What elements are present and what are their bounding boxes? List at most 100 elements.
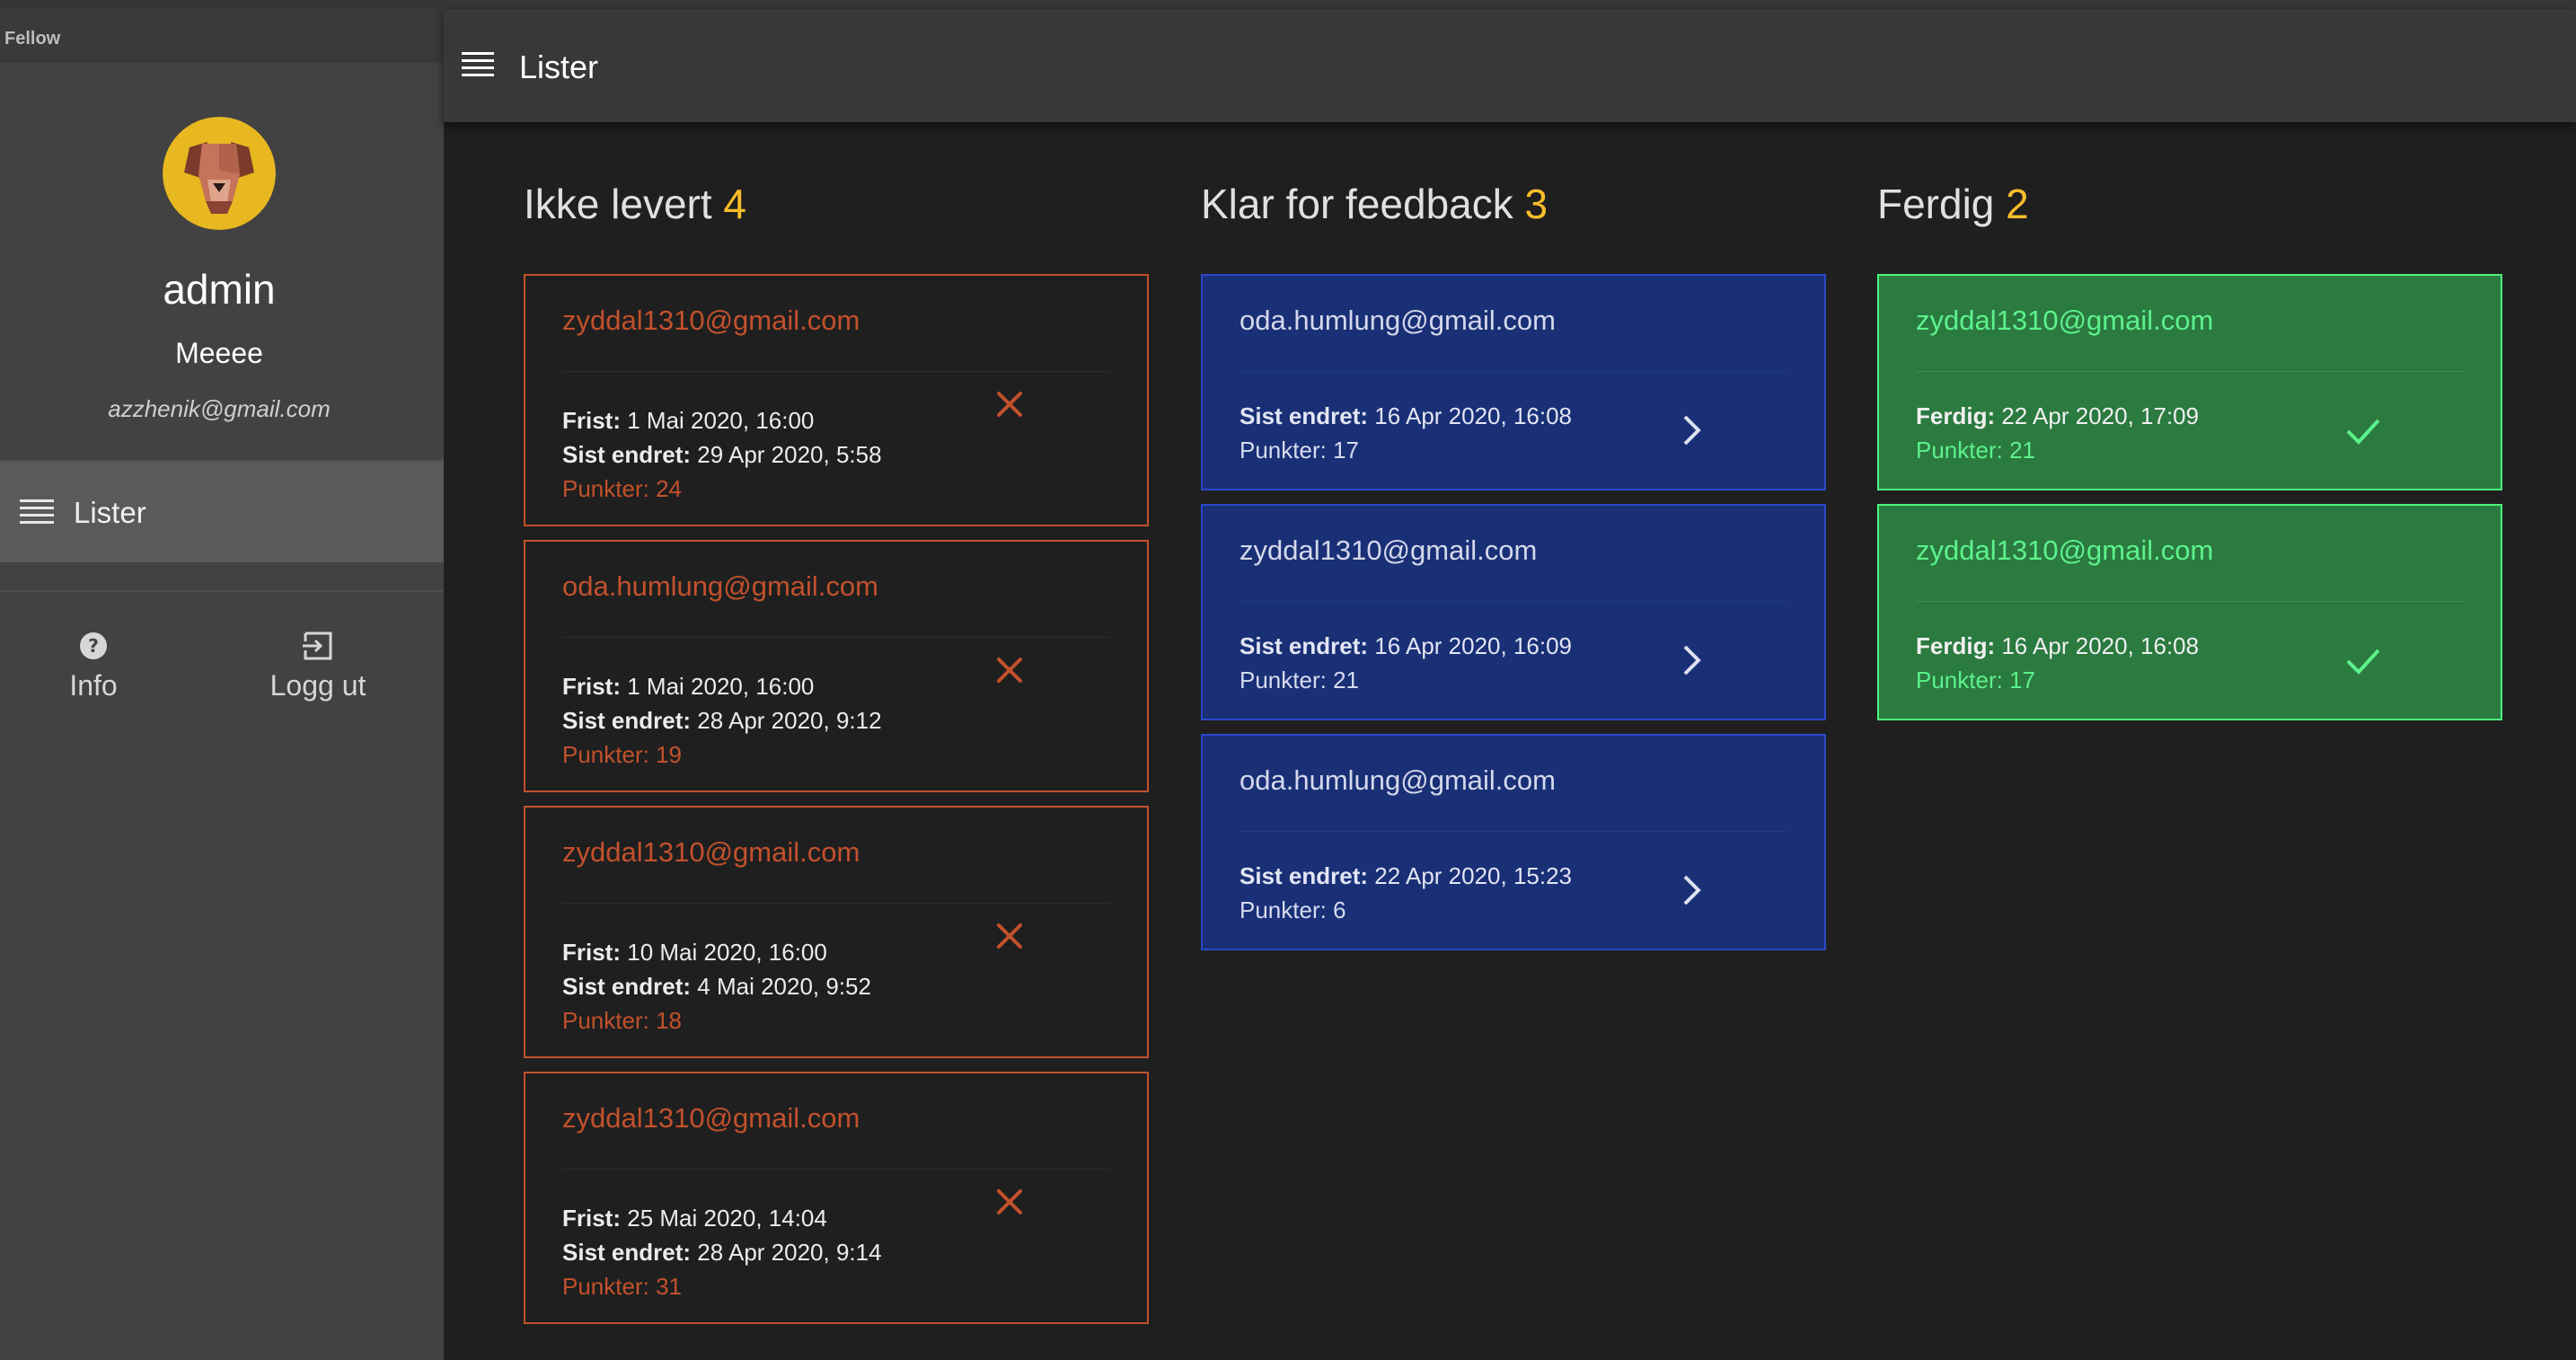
card-divider <box>562 1169 1110 1170</box>
punkter-value: 17 <box>1333 437 1359 464</box>
sist-endret-value: 29 Apr 2020, 5:58 <box>697 441 882 468</box>
punkter-label: Punkter: <box>562 1007 649 1034</box>
card-email: zyddal1310@gmail.com <box>562 305 860 336</box>
card-divider <box>1239 601 1787 602</box>
sist-endret-label: Sist endret: <box>562 441 692 468</box>
submission-card[interactable]: zyddal1310@gmail.com Sist endret: 16 Apr… <box>1201 504 1826 720</box>
ferdig-label: Ferdig: <box>1916 632 1996 659</box>
card-email: zyddal1310@gmail.com <box>1239 534 1538 566</box>
sist-endret-value: 28 Apr 2020, 9:14 <box>697 1239 882 1266</box>
card-details: Frist: 1 Mai 2020, 16:00 Sist endret: 29… <box>562 403 882 506</box>
card-details: Sist endret: 22 Apr 2020, 15:23 Punkter:… <box>1239 859 1572 927</box>
frist-label: Frist: <box>562 673 621 700</box>
chevron-right-icon <box>1667 406 1716 455</box>
card-email: oda.humlung@gmail.com <box>1239 764 1556 796</box>
punkter-value: 17 <box>2009 667 2035 693</box>
chevron-right-icon <box>1667 866 1716 914</box>
card-divider <box>562 637 1110 638</box>
close-icon <box>985 380 1034 428</box>
punkter-label: Punkter: <box>1239 437 1327 464</box>
svg-text:?: ? <box>88 635 99 657</box>
card-details: Ferdig: 16 Apr 2020, 16:08 Punkter: 17 <box>1916 629 2199 697</box>
card-list: oda.humlung@gmail.com Sist endret: 16 Ap… <box>1201 274 1826 964</box>
column-count: 4 <box>723 181 747 227</box>
card-list: zyddal1310@gmail.com Ferdig: 22 Apr 2020… <box>1877 274 2502 734</box>
list-icon <box>20 498 54 526</box>
punkter-label: Punkter: <box>562 1273 649 1300</box>
column-count: 3 <box>1524 181 1548 227</box>
logout-button[interactable]: Logg ut <box>246 622 390 711</box>
logout-icon <box>303 631 333 661</box>
card-divider <box>1916 371 2464 372</box>
card-details: Frist: 1 Mai 2020, 16:00 Sist endret: 28… <box>562 669 882 772</box>
card-email: zyddal1310@gmail.com <box>562 836 860 868</box>
submission-card[interactable]: oda.humlung@gmail.com Sist endret: 22 Ap… <box>1201 734 1826 950</box>
punkter-value: 24 <box>656 475 682 502</box>
sidebar: Fellow admin Meeee azzhenik@gmail.com Li… <box>0 9 444 1360</box>
card-email: zyddal1310@gmail.com <box>1916 305 2214 336</box>
submission-card[interactable]: zyddal1310@gmail.com Frist: 1 Mai 2020, … <box>524 274 1149 526</box>
punkter-value: 21 <box>2009 437 2035 464</box>
card-divider <box>562 903 1110 904</box>
punkter-label: Punkter: <box>1916 437 2003 464</box>
sist-endret-label: Sist endret: <box>1239 632 1369 659</box>
card-details: Frist: 25 Mai 2020, 14:04 Sist endret: 2… <box>562 1201 882 1303</box>
sist-endret-value: 16 Apr 2020, 16:08 <box>1374 402 1573 429</box>
frist-value: 10 Mai 2020, 16:00 <box>627 939 827 966</box>
punkter-label: Punkter: <box>1916 667 2003 693</box>
column-ferdig: Ferdig 2 zyddal1310@gmail.com Ferdig: 22… <box>1877 180 2502 720</box>
submission-card[interactable]: zyddal1310@gmail.com Ferdig: 16 Apr 2020… <box>1877 504 2502 720</box>
card-details: Sist endret: 16 Apr 2020, 16:08 Punkter:… <box>1239 399 1572 467</box>
punkter-value: 6 <box>1333 896 1346 923</box>
submission-card[interactable]: zyddal1310@gmail.com Frist: 10 Mai 2020,… <box>524 806 1149 1058</box>
frist-label: Frist: <box>562 939 621 966</box>
help-circle-icon: ? <box>78 631 109 661</box>
close-icon <box>985 912 1034 960</box>
frist-value: 1 Mai 2020, 16:00 <box>627 407 815 434</box>
sidebar-divider <box>0 590 444 592</box>
sidebar-item-label: Lister <box>74 496 146 529</box>
sist-endret-label: Sist endret: <box>562 973 692 1000</box>
close-icon <box>985 1178 1034 1226</box>
punkter-label: Punkter: <box>562 741 649 768</box>
dog-avatar-icon <box>163 117 276 230</box>
column-header: Ferdig 2 <box>1877 180 2502 235</box>
frist-label: Frist: <box>562 407 621 434</box>
app-bar: Lister <box>444 9 2576 122</box>
column-title: Klar for feedback <box>1201 181 1513 227</box>
punkter-value: 18 <box>656 1007 682 1034</box>
card-email: zyddal1310@gmail.com <box>1916 534 2214 566</box>
card-divider <box>562 371 1110 372</box>
submission-card[interactable]: zyddal1310@gmail.com Frist: 25 Mai 2020,… <box>524 1072 1149 1324</box>
sist-endret-value: 16 Apr 2020, 16:09 <box>1374 632 1573 659</box>
card-details: Ferdig: 22 Apr 2020, 17:09 Punkter: 21 <box>1916 399 2199 467</box>
page-title: Lister <box>519 49 599 85</box>
submission-card[interactable]: oda.humlung@gmail.com Frist: 1 Mai 2020,… <box>524 540 1149 792</box>
card-details: Sist endret: 16 Apr 2020, 16:09 Punkter:… <box>1239 629 1572 697</box>
sist-endret-label: Sist endret: <box>562 1239 692 1266</box>
sist-endret-label: Sist endret: <box>1239 402 1369 429</box>
sist-endret-label: Sist endret: <box>1239 862 1369 889</box>
ferdig-value: 16 Apr 2020, 16:08 <box>2001 632 2200 659</box>
sidebar-item-lister[interactable]: Lister <box>0 462 444 562</box>
profile-subtitle: Meeee <box>175 337 263 369</box>
card-email: zyddal1310@gmail.com <box>562 1102 860 1134</box>
card-email: oda.humlung@gmail.com <box>562 570 878 602</box>
info-button[interactable]: ? Info <box>22 622 165 711</box>
app-name: Fellow <box>4 29 61 49</box>
check-icon <box>2339 406 2387 455</box>
profile-name: admin <box>163 266 276 313</box>
sist-endret-label: Sist endret: <box>562 707 692 734</box>
card-divider <box>1239 371 1787 372</box>
sist-endret-value: 22 Apr 2020, 15:23 <box>1374 862 1573 889</box>
punkter-value: 31 <box>656 1273 682 1300</box>
column-ikke-levert: Ikke levert 4 zyddal1310@gmail.com Frist… <box>524 180 1149 1324</box>
punkter-value: 21 <box>1333 667 1359 693</box>
submission-card[interactable]: zyddal1310@gmail.com Ferdig: 22 Apr 2020… <box>1877 274 2502 490</box>
sist-endret-value: 28 Apr 2020, 9:12 <box>697 707 882 734</box>
list-icon[interactable] <box>462 50 494 79</box>
submission-card[interactable]: oda.humlung@gmail.com Sist endret: 16 Ap… <box>1201 274 1826 490</box>
card-divider <box>1916 601 2464 602</box>
profile-email: azzhenik@gmail.com <box>108 395 331 422</box>
card-list: zyddal1310@gmail.com Frist: 1 Mai 2020, … <box>524 274 1149 1338</box>
